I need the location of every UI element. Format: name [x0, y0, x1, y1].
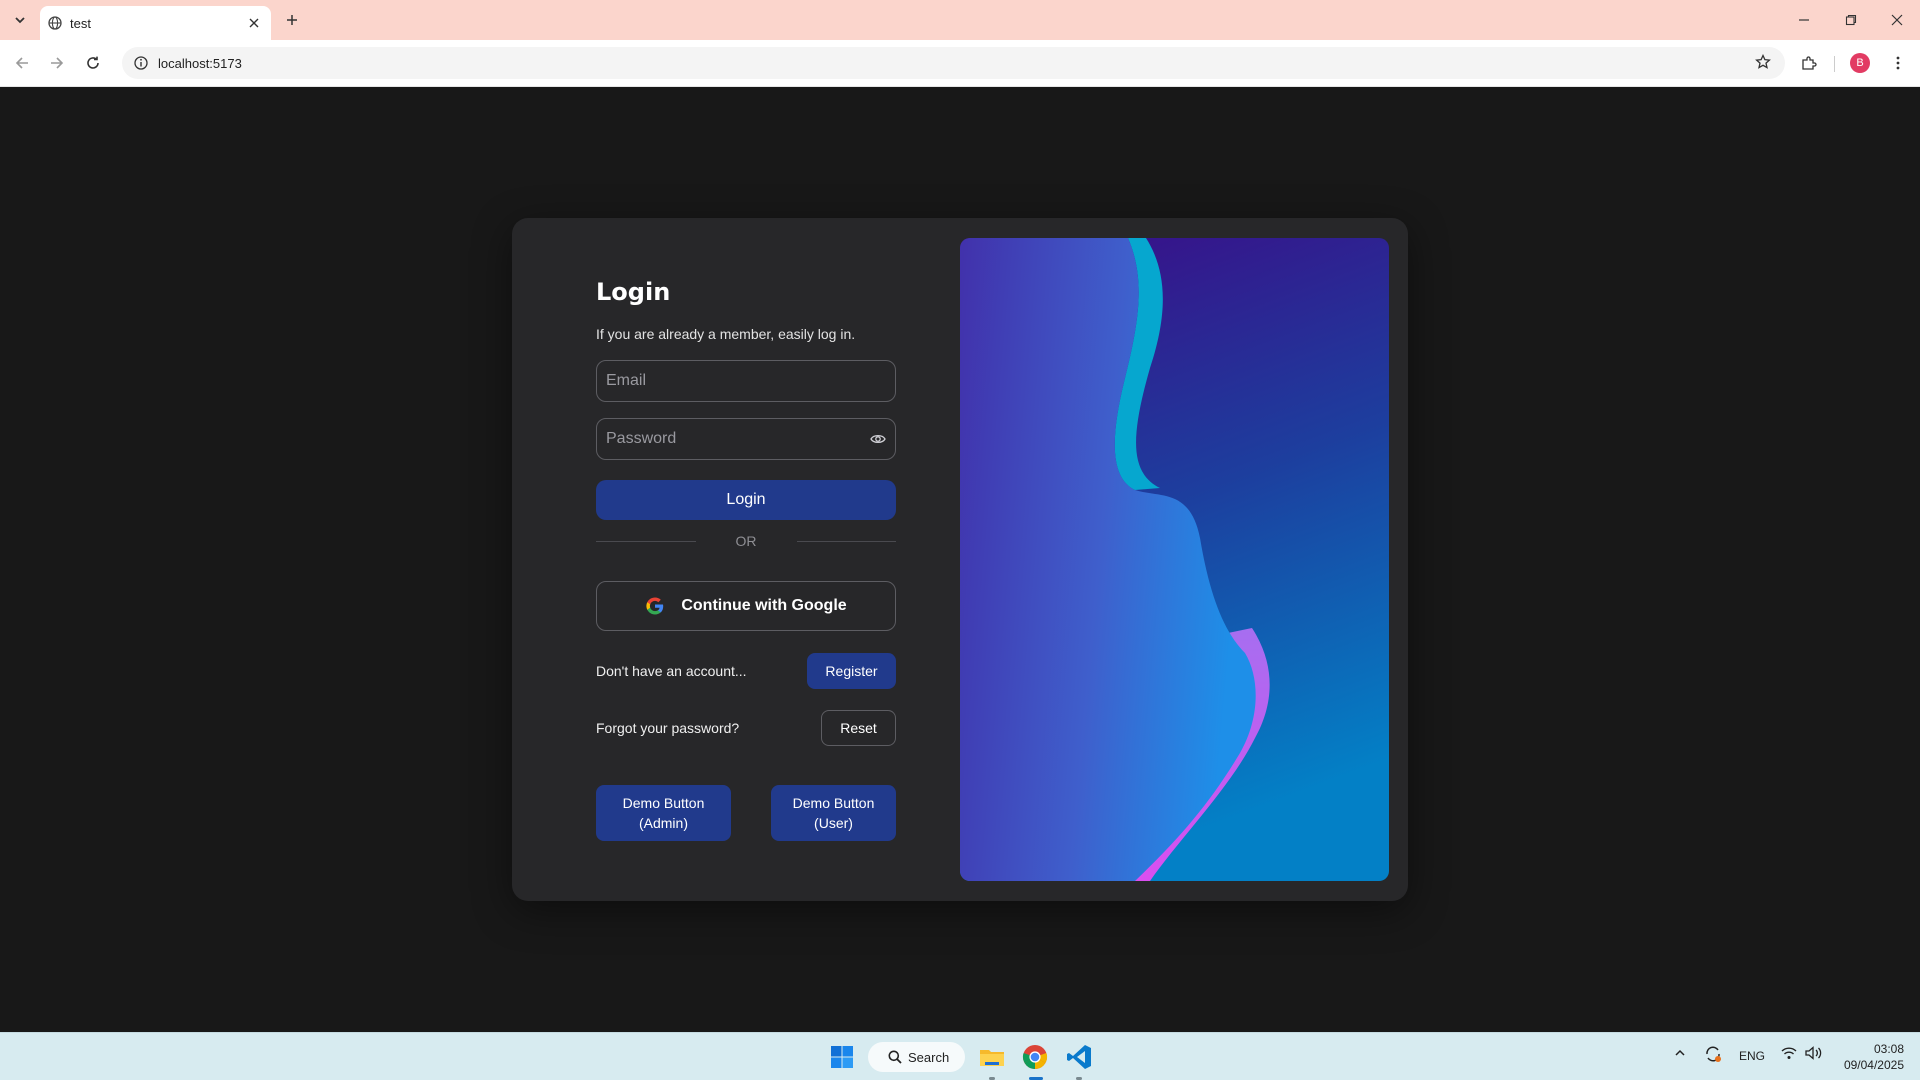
or-divider: OR	[596, 531, 896, 551]
demo-admin-label-line2: (Admin)	[638, 815, 688, 831]
puzzle-icon	[1802, 56, 1817, 70]
reset-row: Forgot your password? Reset	[596, 710, 896, 746]
reload-button[interactable]	[80, 50, 106, 76]
restore-icon	[1845, 14, 1857, 26]
register-row: Don't have an account... Register	[596, 653, 896, 689]
demo-admin-label-line1: Demo Button	[622, 795, 705, 811]
divider-line	[596, 540, 696, 542]
wifi-icon[interactable]	[1781, 1046, 1797, 1063]
chevron-down-icon	[15, 17, 25, 24]
reset-button[interactable]: Reset	[821, 710, 896, 746]
more-vertical-icon	[1896, 56, 1900, 70]
login-button[interactable]: Login	[596, 480, 896, 520]
demo-admin-button[interactable]: Demo Button (Admin)	[596, 785, 731, 841]
os-taskbar: Search ENG 03:08 09/04/2025	[0, 1032, 1920, 1080]
windows-logo-icon	[831, 1046, 853, 1068]
clock-date: 09/04/2025	[1843, 1058, 1904, 1072]
globe-icon	[48, 16, 62, 30]
register-button[interactable]: Register	[807, 653, 896, 689]
google-icon	[646, 597, 664, 615]
password-field[interactable]	[596, 418, 896, 460]
vscode-app[interactable]	[1063, 1041, 1095, 1073]
file-explorer-app[interactable]	[976, 1041, 1008, 1073]
password-input[interactable]	[606, 430, 870, 448]
login-subtitle: If you are already a member, easily log …	[596, 326, 856, 342]
restore-button[interactable]	[1837, 6, 1865, 34]
chrome-icon	[1022, 1045, 1048, 1069]
extensions-button[interactable]	[1797, 51, 1821, 75]
close-window-button[interactable]	[1883, 6, 1911, 34]
arrow-left-icon	[15, 57, 28, 69]
show-hidden-icons-button[interactable]	[1674, 1047, 1686, 1062]
clock-time: 03:08	[1873, 1042, 1904, 1056]
demo-user-button[interactable]: Demo Button (User)	[771, 785, 896, 841]
google-button-label: Continue with Google	[681, 597, 847, 614]
close-tab-icon[interactable]	[245, 14, 263, 32]
browser-menu-button[interactable]	[1886, 51, 1910, 75]
sync-tray-icon[interactable]	[1704, 1045, 1722, 1066]
divider-line	[796, 540, 896, 542]
address-bar[interactable]: localhost:5173	[122, 47, 1785, 79]
email-input[interactable]	[606, 372, 886, 390]
forgot-password-prompt: Forgot your password?	[596, 720, 740, 736]
taskbar-clock[interactable]: 03:08 09/04/2025	[1834, 1041, 1904, 1073]
language-indicator[interactable]: ENG	[1739, 1049, 1765, 1063]
hero-wave-illustration	[960, 238, 1389, 881]
chevron-up-icon	[1675, 1049, 1685, 1056]
page-title: Login	[596, 278, 671, 306]
chrome-app[interactable]	[1019, 1041, 1051, 1073]
forward-button[interactable]	[44, 50, 70, 76]
tab-search-menu-button[interactable]	[8, 8, 32, 32]
bookmark-star-icon[interactable]	[1755, 53, 1771, 75]
close-icon	[1891, 14, 1903, 26]
email-field[interactable]	[596, 360, 896, 402]
search-label: Search	[908, 1049, 950, 1065]
arrow-right-icon	[51, 57, 64, 69]
browser-toolbar: localhost:5173 B	[0, 40, 1920, 87]
site-info-icon[interactable]	[134, 56, 148, 70]
minimize-button[interactable]	[1790, 6, 1818, 34]
browser-tab-bar: test	[0, 0, 1920, 40]
toolbar-divider	[1834, 56, 1835, 72]
demo-user-label-line1: Demo Button	[792, 795, 875, 811]
volume-icon[interactable]	[1805, 1046, 1823, 1063]
login-form: Login If you are already a member, easil…	[596, 278, 896, 841]
plus-icon	[287, 15, 297, 25]
folder-icon	[980, 1050, 1004, 1066]
or-label: OR	[735, 533, 757, 549]
search-icon	[888, 1050, 902, 1064]
avatar: B	[1850, 53, 1870, 73]
reload-icon	[87, 56, 99, 69]
browser-tab[interactable]: test	[40, 6, 271, 40]
profile-button[interactable]: B	[1848, 51, 1872, 75]
taskbar-search[interactable]: Search	[868, 1042, 965, 1072]
login-card: Login If you are already a member, easil…	[512, 218, 1408, 901]
google-login-button[interactable]: Continue with Google	[596, 581, 896, 631]
start-button[interactable]	[826, 1041, 858, 1073]
url-text: localhost:5173	[158, 55, 242, 71]
register-prompt: Don't have an account...	[596, 663, 747, 679]
vscode-icon	[1067, 1045, 1091, 1069]
new-tab-button[interactable]	[280, 8, 304, 32]
minimize-icon	[1799, 19, 1809, 21]
demo-user-label-line2: (User)	[814, 815, 853, 831]
back-button[interactable]	[9, 50, 35, 76]
tab-title: test	[70, 15, 91, 31]
show-password-icon[interactable]	[869, 430, 886, 448]
